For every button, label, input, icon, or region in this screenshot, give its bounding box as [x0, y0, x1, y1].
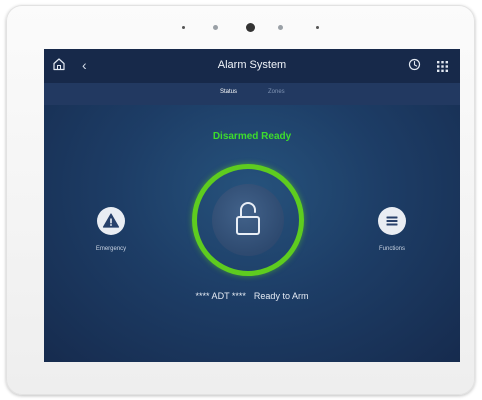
history-icon[interactable]	[408, 58, 421, 76]
sensor-dot	[278, 25, 283, 30]
sensor-dot	[182, 26, 185, 29]
functions-label: Functions	[378, 246, 405, 252]
system-status-line: **** ADT **** Ready to Arm	[44, 291, 460, 301]
tab-bar: Status Zones	[44, 83, 460, 105]
touch-panel-device: ‹ Alarm System Status Zones Disarmed Rea…	[6, 5, 475, 395]
menu-lines-icon	[386, 216, 398, 226]
sensor-dot	[316, 26, 319, 29]
functions-button[interactable]	[378, 207, 406, 235]
page-title: Alarm System	[217, 59, 287, 71]
alarm-status-text: Disarmed Ready	[212, 131, 292, 142]
emergency-label: Emergency	[95, 246, 127, 252]
unlocked-lock-icon	[236, 202, 260, 235]
sensor-dot	[213, 25, 218, 30]
tab-status[interactable]: Status	[220, 89, 237, 95]
ready-to-arm-text: Ready to Arm	[253, 291, 309, 301]
lock-disc	[212, 184, 284, 256]
arm-disarm-button[interactable]	[192, 164, 304, 276]
emergency-button[interactable]	[97, 207, 125, 235]
apps-grid-icon[interactable]	[437, 59, 448, 77]
top-bar: ‹ Alarm System	[44, 49, 460, 83]
account-name: **** ADT ****	[195, 291, 246, 301]
tab-zones[interactable]: Zones	[268, 89, 285, 95]
camera-lens	[246, 23, 255, 32]
warning-icon	[102, 213, 120, 228]
screen: ‹ Alarm System Status Zones Disarmed Rea…	[44, 49, 460, 362]
